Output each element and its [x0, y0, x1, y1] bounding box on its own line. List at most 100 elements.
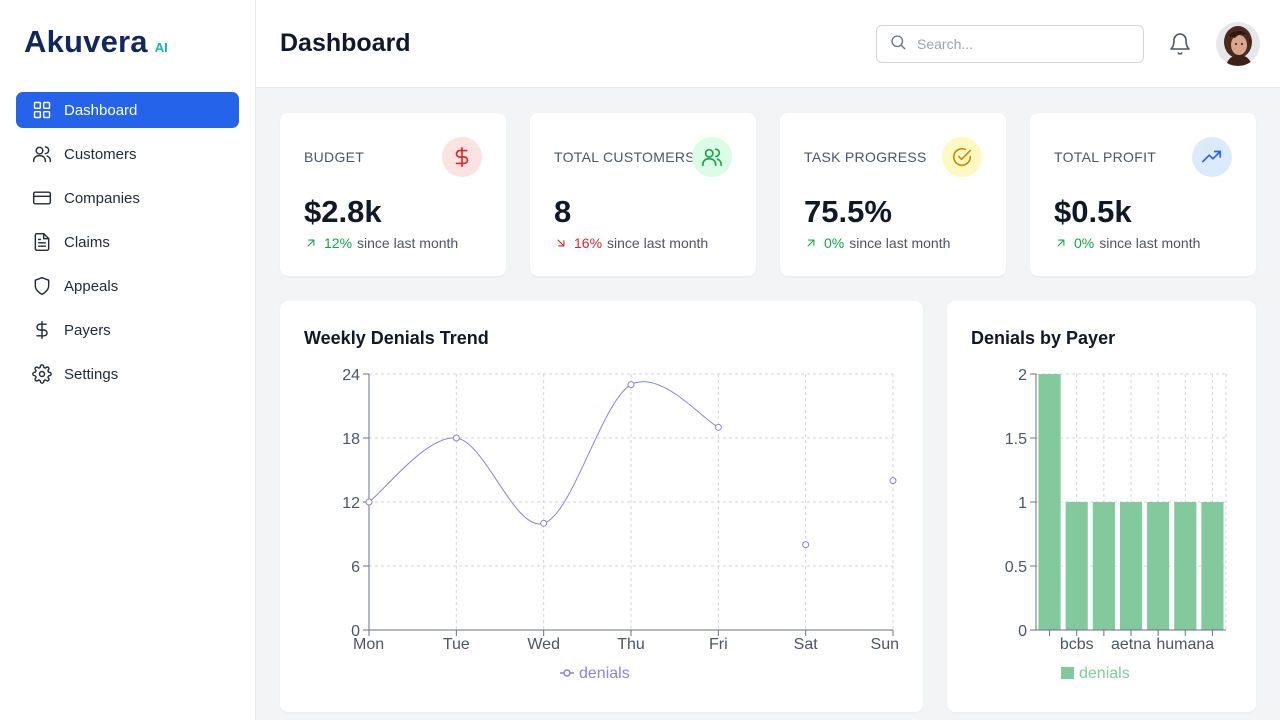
sidebar-item-label: Customers: [64, 145, 137, 163]
stat-change-percent: 0%: [824, 235, 845, 251]
sidebar: Akuvera AI Dashboard Customers Companies: [0, 0, 256, 720]
sidebar-item-customers[interactable]: Customers: [16, 136, 239, 172]
stat-change-label: since last month: [357, 235, 459, 251]
bar: [1038, 374, 1061, 630]
x-tick-label: Sun: [871, 636, 899, 653]
y-tick-label: 1.5: [1005, 431, 1027, 448]
brand-suffix: AI: [154, 40, 168, 55]
dollar-icon: [442, 137, 482, 177]
top-header: Dashboard: [256, 0, 1280, 88]
data-point: [889, 477, 897, 485]
arrow-up-right-icon: [1054, 236, 1068, 250]
stat-change-label: since last month: [607, 235, 709, 251]
stat-card-total-customers: TOTAL CUSTOMERS 8 16% since last month: [530, 113, 756, 276]
stat-change-label: since last month: [1099, 235, 1201, 251]
x-tick-label: Thu: [617, 636, 645, 653]
bar: [1174, 502, 1197, 630]
legend-label: denials: [1079, 665, 1130, 682]
stat-card-total-profit: TOTAL PROFIT $0.5k 0% since last month: [1030, 113, 1256, 276]
sidebar-item-companies[interactable]: Companies: [16, 180, 239, 216]
users-icon: [692, 137, 732, 177]
stat-value: $0.5k: [1054, 194, 1132, 229]
y-tick-label: 18: [342, 431, 360, 448]
stat-value: 75.5%: [804, 194, 892, 229]
bar: [1092, 502, 1115, 630]
legend-marker: [563, 669, 571, 677]
x-tick-label: Wed: [527, 636, 560, 653]
sidebar-item-label: Dashboard: [64, 101, 138, 119]
sidebar-item-settings[interactable]: Settings: [16, 356, 239, 392]
check-circle-icon: [942, 137, 982, 177]
search-box[interactable]: [876, 25, 1144, 63]
brand-name: Akuvera: [24, 24, 148, 59]
bar-chart: 0 0.5 1 1.5 2 bcbs aetna humana denials: [1005, 367, 1227, 682]
arrow-up-right-icon: [804, 236, 818, 250]
stat-title: TOTAL PROFIT: [1054, 149, 1157, 165]
x-tick-label: Tue: [443, 636, 470, 653]
credit-card-icon: [32, 188, 52, 208]
data-point: [452, 434, 460, 442]
stat-card-task-progress: TASK PROGRESS 75.5% 0% since last month: [780, 113, 1006, 276]
stat-change-percent: 0%: [1074, 235, 1095, 251]
trending-up-icon: [1192, 137, 1232, 177]
y-tick-label: 24: [342, 367, 360, 384]
users-icon: [32, 144, 52, 164]
x-tick-label: Mon: [353, 636, 384, 653]
stat-value: 8: [554, 194, 572, 229]
y-tick-label: 12: [342, 495, 360, 512]
gear-icon: [32, 364, 52, 384]
bar: [1119, 502, 1143, 630]
stat-title: TASK PROGRESS: [804, 149, 927, 165]
stat-title: BUDGET: [304, 149, 365, 165]
data-point: [540, 519, 548, 527]
sidebar-item-label: Appeals: [64, 277, 119, 295]
y-tick-label: 2: [1018, 367, 1027, 384]
x-tick-label: Fri: [709, 636, 728, 653]
y-tick-label: 0: [1018, 623, 1027, 640]
sidebar-item-appeals[interactable]: Appeals: [16, 268, 239, 304]
search-input[interactable]: [917, 36, 1127, 52]
data-point: [802, 541, 810, 549]
arrow-down-right-icon: [554, 236, 568, 250]
sidebar-nav: Dashboard Customers Companies Claims App…: [16, 92, 239, 400]
file-text-icon: [32, 232, 52, 252]
weekly-denials-card: Weekly Denials Trend 0 6 12 18 24 Mon Tue Wed Th…: [280, 301, 923, 712]
x-tick-label: aetna: [1111, 636, 1151, 653]
stat-change-label: since last month: [849, 235, 951, 251]
bar: [1201, 502, 1224, 630]
search-icon: [889, 33, 907, 56]
y-tick-label: 1: [1018, 495, 1027, 512]
stat-change: 16% since last month: [554, 235, 708, 251]
x-tick-label: bcbs: [1060, 636, 1094, 653]
data-point: [627, 381, 635, 389]
stat-card-budget: BUDGET $2.8k 12% since last month: [280, 113, 506, 276]
data-point: [365, 498, 373, 506]
y-tick-label: 0.5: [1005, 559, 1027, 576]
sidebar-item-payers[interactable]: Payers: [16, 312, 239, 348]
page-title: Dashboard: [280, 29, 411, 57]
stat-change: 0% since last month: [804, 235, 950, 251]
x-tick-label: humana: [1156, 636, 1214, 653]
y-tick-label: 6: [351, 559, 360, 576]
legend-swatch: [1061, 667, 1074, 679]
stat-change: 0% since last month: [1054, 235, 1200, 251]
bell-icon[interactable]: [1168, 32, 1192, 56]
sidebar-item-dashboard[interactable]: Dashboard: [16, 92, 239, 128]
avatar[interactable]: [1216, 22, 1260, 66]
sidebar-item-claims[interactable]: Claims: [16, 224, 239, 260]
stat-change-percent: 12%: [324, 235, 353, 251]
legend-label: denials: [579, 665, 630, 682]
dollar-sign-icon: [32, 320, 52, 340]
stat-value: $2.8k: [304, 194, 382, 229]
arrow-up-right-icon: [304, 236, 318, 250]
sidebar-item-label: Payers: [64, 321, 111, 339]
chart-legend: denials: [1061, 665, 1130, 682]
brand-logo[interactable]: Akuvera AI: [24, 24, 168, 60]
data-point: [714, 423, 722, 431]
line-chart: 06121824Mon Tue Wed Thu Fri Sat Sundenials: [342, 367, 899, 682]
sidebar-item-label: Settings: [64, 365, 119, 383]
sidebar-item-label: Claims: [64, 233, 110, 251]
x-tick-label: Sat: [794, 636, 819, 653]
stat-change-percent: 16%: [574, 235, 603, 251]
grid-icon: [32, 100, 52, 120]
